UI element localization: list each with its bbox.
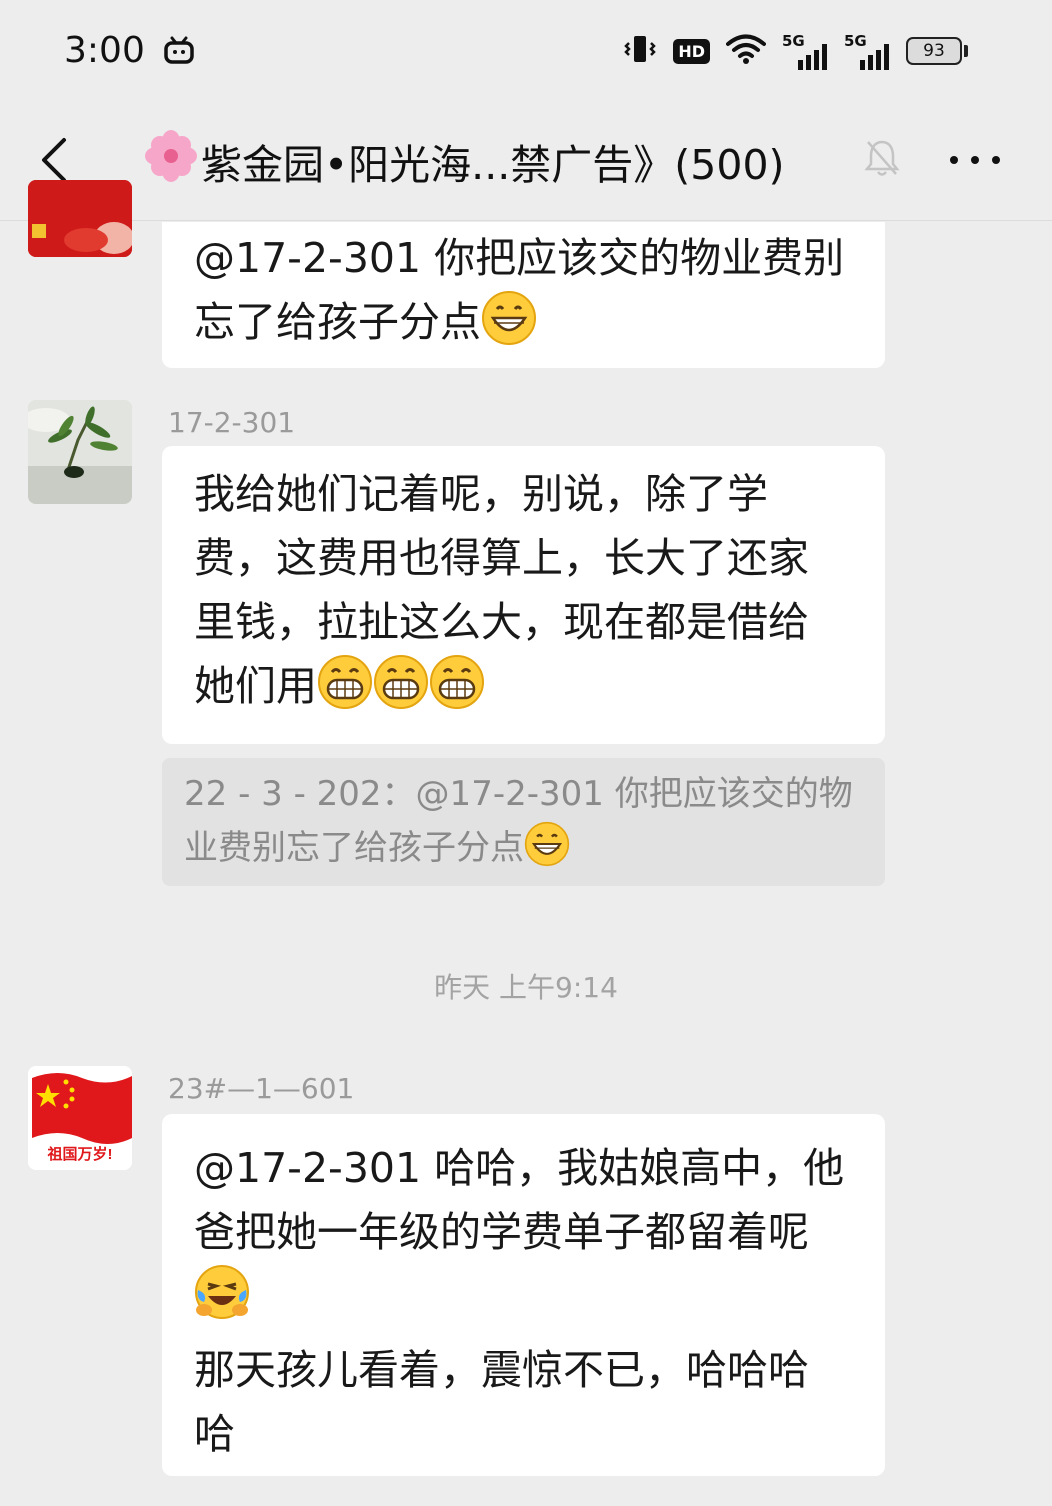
battery-icon: 93 [906, 37, 968, 65]
message-bubble[interactable]: @17-2-301 你把应该交的物业费别 忘了给孩子分点 [162, 222, 885, 368]
wifi-icon [726, 33, 766, 69]
message-text-line: @17-2-301 哈哈，我姑娘高中，他 [194, 1144, 845, 1192]
message-text-line: 她们用 [194, 654, 855, 728]
chat-title[interactable]: 紫金园•阳光海...禁广告》(500) [145, 130, 835, 192]
signal-5g-icon-2: 5G [844, 32, 890, 70]
grimace-emoji-icon [373, 654, 429, 728]
message-text-line: 我给她们记着呢，别说，除了学 [194, 470, 768, 518]
message-bubble[interactable]: 我给她们记着呢，别说，除了学 费，这费用也得算上，长大了还家 里钱，拉扯这么大，… [162, 446, 885, 744]
message-text-line: 那天孩儿看着，震惊不已，哈哈哈 [194, 1346, 809, 1394]
signal-5g-icon: 5G [782, 32, 828, 70]
status-time: 3:00 [64, 30, 145, 71]
quoted-message[interactable]: 22 - 3 - 202：@17-2-301 你把应该交的物 业费别忘了给孩子分… [162, 758, 885, 886]
avatar-caption: 祖国万岁! [47, 1145, 113, 1163]
mute-bell-icon [864, 138, 900, 182]
grimace-emoji-icon [429, 654, 485, 728]
more-icon[interactable] [950, 140, 1000, 180]
status-bar: 3:00 HD 5G 5G 93 [0, 0, 1052, 100]
hd-voice-icon: HD [673, 38, 710, 64]
message-text-line: 爸把她一年级的学费单子都留着呢 [194, 1208, 809, 1256]
avatar[interactable] [28, 400, 132, 504]
message-text-line: @17-2-301 你把应该交的物业费别 [194, 234, 845, 282]
message-text-line: 里钱，拉扯这么大，现在都是借给 [194, 598, 809, 646]
chat-title-text: 紫金园•阳光海...禁广告》(500) [201, 141, 785, 189]
quote-text-line: 业费别忘了给孩子分点 [184, 821, 863, 883]
status-icons: HD 5G 5G 93 [623, 32, 968, 70]
laugh-cry-emoji-icon [194, 1264, 855, 1338]
timestamp: 昨天 上午9:14 [434, 971, 618, 1004]
message-text-line: 费，这费用也得算上，长大了还家 [194, 534, 809, 582]
back-chevron-icon[interactable] [36, 134, 76, 186]
sender-name: 23#—1—601 [168, 1072, 355, 1105]
avatar[interactable] [28, 180, 132, 257]
message-text-line: 忘了给孩子分点 [194, 290, 855, 364]
grimace-emoji-icon [317, 654, 373, 728]
quote-text-line: 22 - 3 - 202：@17-2-301 你把应该交的物 [184, 774, 853, 814]
flower-emoji-icon [145, 130, 197, 192]
tv-icon [164, 36, 194, 68]
grin-emoji-icon [524, 821, 570, 883]
avatar[interactable]: 祖国万岁! [28, 1066, 132, 1170]
grin-emoji-icon [481, 290, 537, 364]
vibrate-icon [623, 32, 657, 70]
message-bubble[interactable]: @17-2-301 哈哈，我姑娘高中，他 爸把她一年级的学费单子都留着呢 那天孩… [162, 1114, 885, 1476]
chat-header: 紫金园•阳光海...禁广告》(500) [0, 100, 1052, 221]
sender-name: 17-2-301 [168, 406, 296, 439]
message-text-line: 哈 [194, 1410, 235, 1458]
